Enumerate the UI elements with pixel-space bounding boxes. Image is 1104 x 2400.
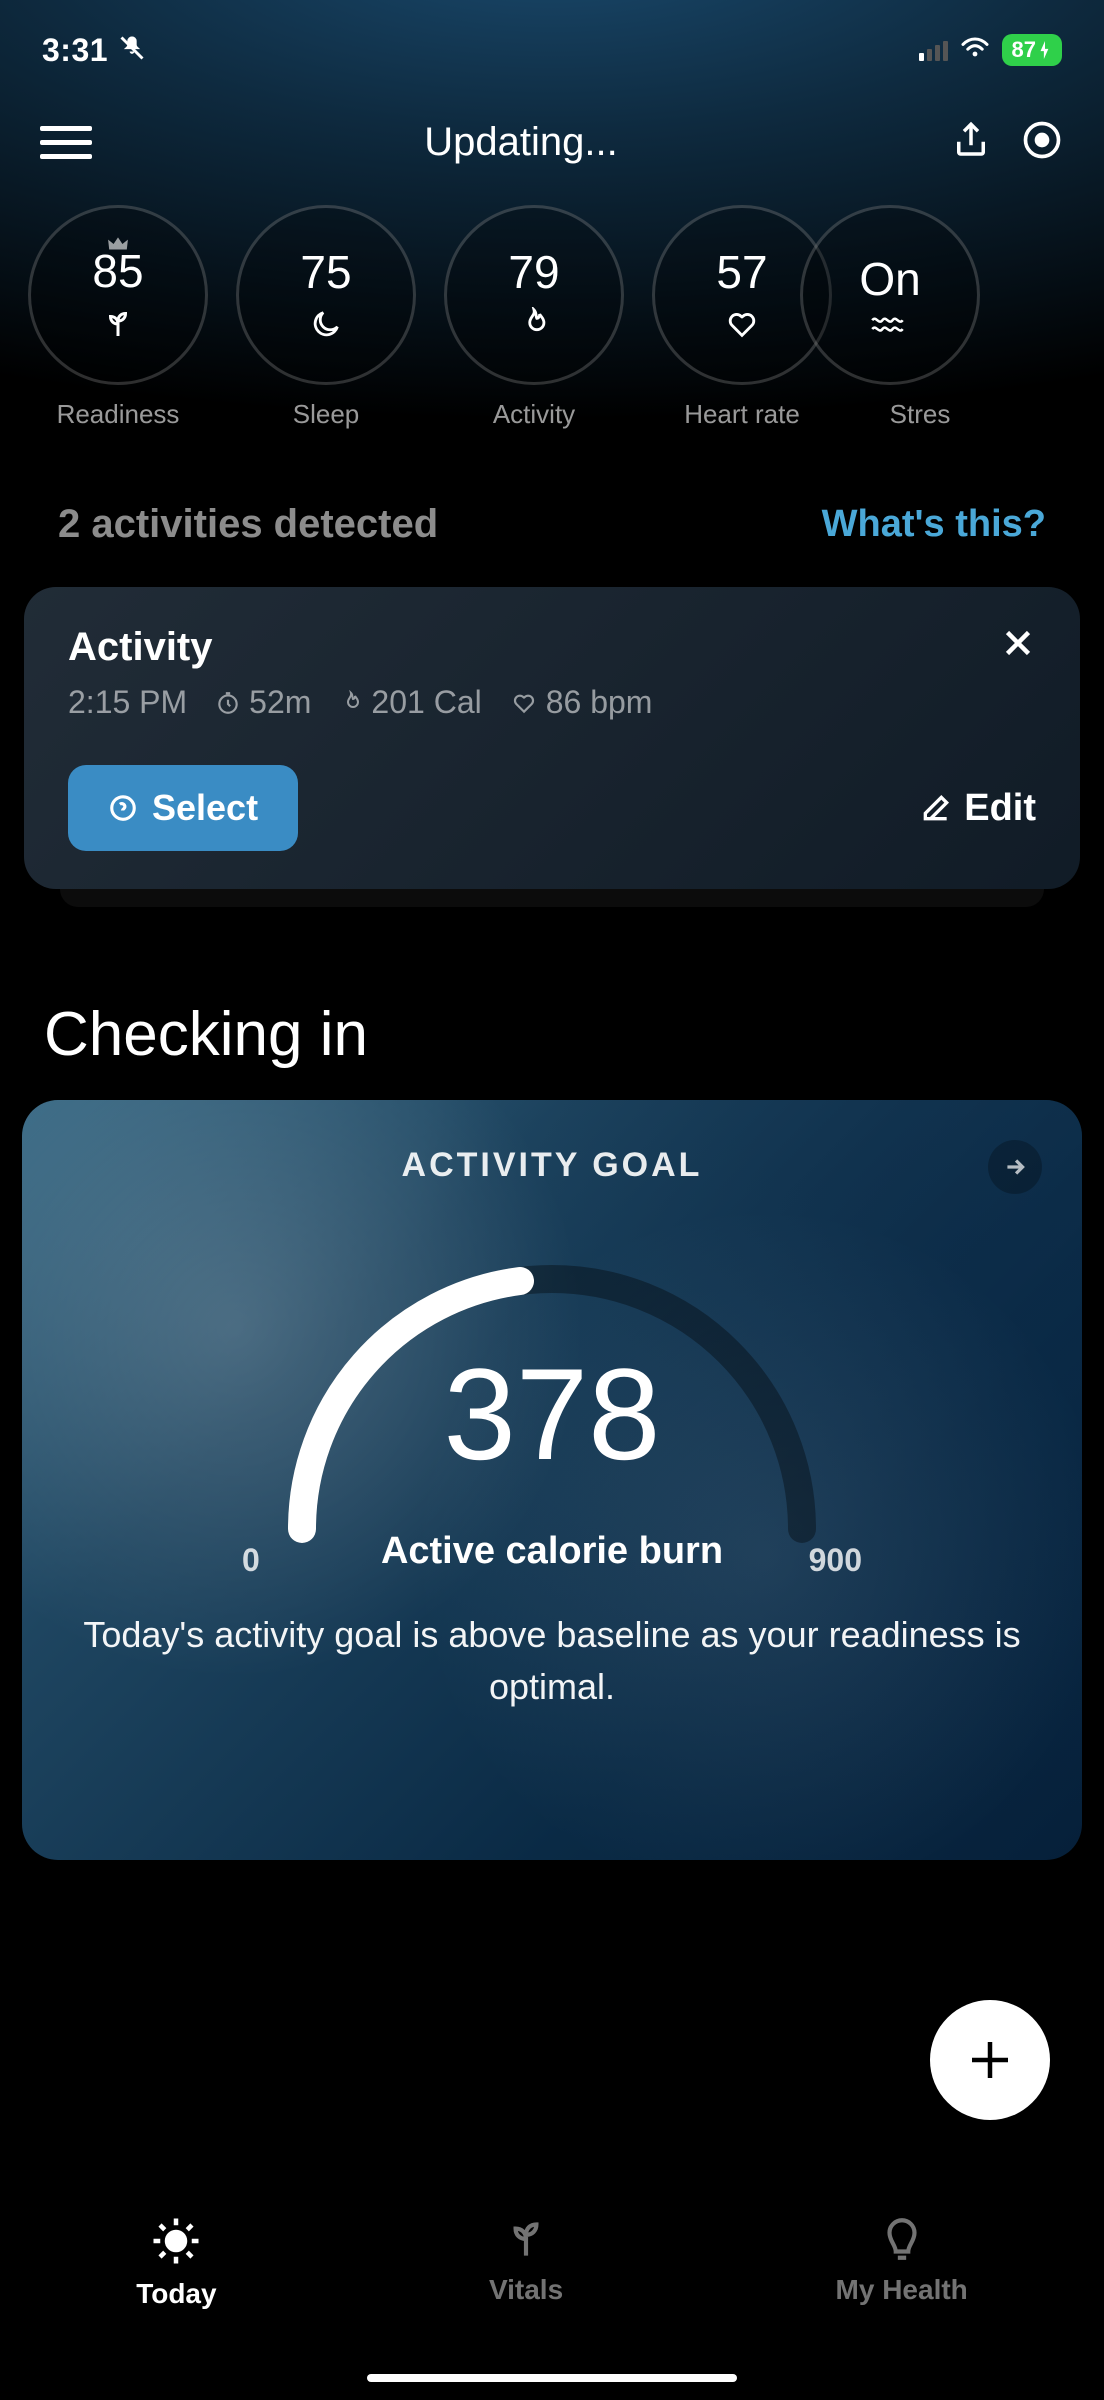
crown-icon: [107, 236, 129, 257]
flame-icon: [517, 307, 551, 346]
app-header: Updating...: [0, 90, 1104, 187]
activity-card-title: Activity: [68, 625, 213, 670]
silent-icon: [118, 34, 146, 67]
wifi-icon: [960, 36, 990, 65]
sprout-icon: [100, 306, 136, 347]
moon-icon: [309, 307, 343, 346]
ring-label: Activity: [493, 399, 575, 430]
goal-gauge: 378 Active calorie burn 0 900: [232, 1219, 872, 1579]
target-icon[interactable]: [1020, 118, 1064, 167]
status-time: 3:31: [42, 32, 108, 69]
nav-today-label: Today: [136, 2278, 216, 2310]
ring-value: 79: [508, 245, 559, 299]
nav-today[interactable]: Today: [136, 2214, 216, 2310]
heart-icon: [725, 307, 759, 346]
activity-goal-card[interactable]: ACTIVITY GOAL 378 Active calorie burn 0 …: [22, 1100, 1082, 1860]
ring-readiness[interactable]: 85 Readiness: [28, 205, 208, 430]
menu-button[interactable]: [40, 126, 92, 159]
ring-value: 57: [716, 245, 767, 299]
share-icon[interactable]: [950, 119, 992, 166]
ring-sleep[interactable]: 75 Sleep: [236, 205, 416, 430]
chevron-right-icon[interactable]: [988, 1140, 1042, 1194]
whats-this-link[interactable]: What's this?: [822, 503, 1046, 546]
status-bar: 3:31 87: [0, 0, 1104, 90]
checking-in-title: Checking in: [0, 907, 1104, 1100]
goal-sublabel: Active calorie burn: [232, 1530, 872, 1573]
goal-max: 900: [809, 1542, 862, 1579]
bottom-nav: Today Vitals My Health: [0, 2190, 1104, 2400]
activity-calories: 201 Cal: [339, 684, 481, 721]
ring-value: 75: [300, 245, 351, 299]
battery-indicator: 87: [1002, 34, 1062, 66]
nav-vitals[interactable]: Vitals: [489, 2214, 563, 2306]
card-shadow: [60, 889, 1044, 907]
wave-icon: [871, 314, 909, 339]
score-ring-row: 85 Readiness 75 Sleep 79: [0, 187, 1104, 430]
nav-my-health[interactable]: My Health: [836, 2214, 968, 2306]
ring-activity[interactable]: 79 Activity: [444, 205, 624, 430]
ring-label: Sleep: [293, 399, 360, 430]
nav-myhealth-label: My Health: [836, 2274, 968, 2306]
ring-label: Stres: [890, 399, 951, 430]
goal-description: Today's activity goal is above baseline …: [62, 1609, 1042, 1713]
activity-time: 2:15 PM: [68, 684, 187, 721]
activity-card: Activity 2:15 PM 52m 201 Cal 86 bpm: [24, 587, 1080, 889]
close-icon[interactable]: [1000, 625, 1036, 666]
home-indicator: [367, 2374, 737, 2382]
goal-value: 378: [232, 1339, 872, 1489]
ring-label: Heart rate: [684, 399, 800, 430]
goal-label: ACTIVITY GOAL: [62, 1146, 1042, 1185]
nav-vitals-label: Vitals: [489, 2274, 563, 2306]
activities-detected-text: 2 activities detected: [58, 502, 438, 547]
goal-min: 0: [242, 1542, 260, 1579]
edit-button[interactable]: Edit: [920, 787, 1036, 830]
activity-bpm: 86 bpm: [510, 684, 653, 721]
page-title: Updating...: [424, 120, 617, 165]
activities-detected-row: 2 activities detected What's this?: [0, 430, 1104, 571]
cellular-signal-icon: [919, 39, 948, 61]
select-button[interactable]: Select: [68, 765, 298, 851]
activity-duration: 52m: [215, 684, 311, 721]
ring-label: Readiness: [57, 399, 180, 430]
ring-value: On: [859, 252, 920, 306]
ring-stress[interactable]: On Stres: [860, 205, 980, 430]
add-button[interactable]: [930, 2000, 1050, 2120]
